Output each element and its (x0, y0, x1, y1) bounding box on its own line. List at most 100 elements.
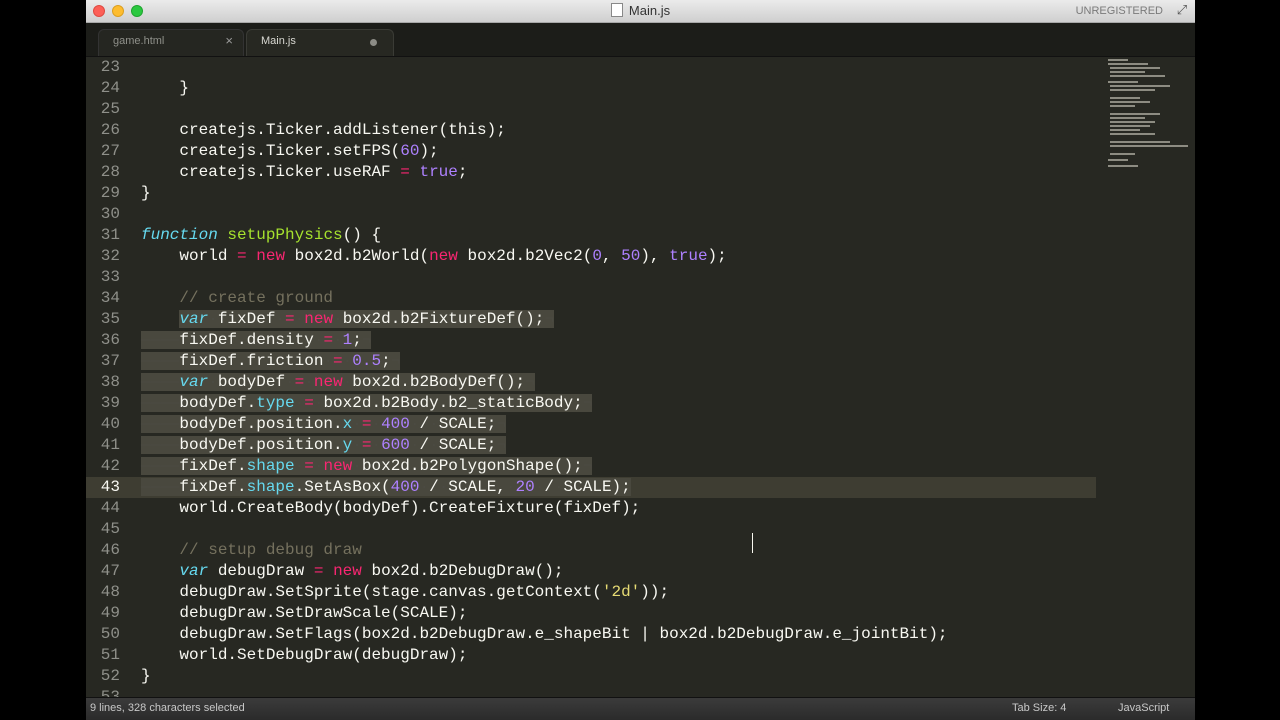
code-line-current[interactable]: 43 ————fixDef.shape.SetAsBox(400·/·SCALE… (86, 477, 1096, 498)
code-line[interactable]: 30 (86, 204, 1096, 225)
line-number: 49 (100, 604, 120, 622)
title-bar: Main.js UNREGISTERED ⤢ (86, 0, 1195, 23)
code-text: ————fixDef.friction·=·0.5;¬ (141, 352, 401, 370)
line-number: 24 (100, 79, 120, 97)
code-line[interactable]: 26 createjs.Ticker.addListener(this); (86, 120, 1096, 141)
line-number: 53 (100, 688, 120, 697)
code-line[interactable]: 31 function setupPhysics() { (86, 225, 1096, 246)
code-line[interactable]: 27 createjs.Ticker.setFPS(60); (86, 141, 1096, 162)
code-line[interactable]: 51 world.SetDebugDraw(debugDraw); (86, 645, 1096, 666)
code-text: function setupPhysics() { (141, 226, 382, 244)
code-text: var·fixDef·=·new·box2d.b2FixtureDef();¬ (179, 310, 554, 328)
code-text: debugDraw.SetSprite(stage.canvas.getCont… (141, 583, 670, 601)
line-number: 33 (100, 268, 120, 286)
line-number: 50 (100, 625, 120, 643)
code-line[interactable]: 52 } (86, 666, 1096, 687)
code-text: createjs.Ticker.setFPS(60); (141, 142, 439, 160)
code-text: createjs.Ticker.useRAF = true; (141, 163, 468, 181)
code-line-selected[interactable]: 42 ————fixDef.shape·=·new·box2d.b2Polygo… (86, 456, 1096, 477)
code-line[interactable]: 33 (86, 267, 1096, 288)
code-text: ————fixDef.density·=·1;¬ (141, 331, 372, 349)
code-line[interactable]: 48 debugDraw.SetSprite(stage.canvas.getC… (86, 582, 1096, 603)
code-line[interactable]: 53 (86, 687, 1096, 697)
code-line-selected[interactable]: 41 ————bodyDef.position.y·=·600·/·SCALE;… (86, 435, 1096, 456)
window-title-text: Main.js (628, 3, 671, 18)
line-number: 31 (100, 226, 120, 244)
code-line[interactable]: 25 (86, 99, 1096, 120)
code-text: } (141, 184, 151, 202)
code-text: ————bodyDef.position.x·=·400·/·SCALE;¬ (141, 415, 506, 433)
tab-game-html[interactable]: game.html × (98, 29, 244, 56)
tab-bar: game.html × Main.js (86, 23, 1195, 57)
code-text: ————var·bodyDef·=·new·box2d.b2BodyDef();… (141, 373, 535, 391)
line-number: 46 (100, 541, 120, 559)
line-number: 52 (100, 667, 120, 685)
code-line[interactable]: 44 world.CreateBody(bodyDef).CreateFixtu… (86, 498, 1096, 519)
code-line-selected[interactable]: 37 ————fixDef.friction·=·0.5;¬ (86, 351, 1096, 372)
code-text: } (141, 79, 190, 97)
unsaved-dot-icon[interactable] (370, 39, 377, 46)
minimap[interactable] (1106, 57, 1191, 177)
code-line[interactable]: 28 createjs.Ticker.useRAF = true; (86, 162, 1096, 183)
unregistered-label: UNREGISTERED (1075, 5, 1163, 17)
code-line[interactable]: 32 world = new box2d.b2World(new box2d.b… (86, 246, 1096, 267)
code-line[interactable]: 34 // create ground (86, 288, 1096, 309)
code-editor[interactable]: 23 24 } 25 26 createjs.Ticker.addListene… (86, 57, 1195, 697)
line-number: 44 (100, 499, 120, 517)
line-number: 43 (100, 478, 120, 496)
line-number: 51 (100, 646, 120, 664)
tab-label: Main.js (261, 35, 296, 47)
code-line-selected[interactable]: 39 ————bodyDef.type·=·box2d.b2Body.b2_st… (86, 393, 1096, 414)
tab-size-selector[interactable]: Tab Size: 4 (1012, 698, 1066, 718)
code-text: var debugDraw = new box2d.b2DebugDraw(); (179, 562, 564, 580)
code-line[interactable]: 50 debugDraw.SetFlags(box2d.b2DebugDraw.… (86, 624, 1096, 645)
code-text: world.SetDebugDraw(debugDraw); (141, 646, 468, 664)
tab-label: game.html (113, 35, 165, 47)
line-number: 38 (100, 373, 120, 391)
line-number: 27 (100, 142, 120, 160)
line-number: 48 (100, 583, 120, 601)
code-line[interactable]: 49 debugDraw.SetDrawScale(SCALE); (86, 603, 1096, 624)
code-text: ————fixDef.shape·=·new·box2d.b2PolygonSh… (141, 457, 593, 475)
code-line[interactable]: 23 (86, 57, 1096, 78)
line-number: 45 (100, 520, 120, 538)
tab-main-js[interactable]: Main.js (246, 29, 394, 56)
status-bar: 9 lines, 328 characters selected Tab Siz… (86, 697, 1195, 720)
code-line-selected[interactable]: 38 ————var·bodyDef·=·new·box2d.b2BodyDef… (86, 372, 1096, 393)
code-line-selected[interactable]: 35 var·fixDef·=·new·box2d.b2FixtureDef()… (86, 309, 1096, 330)
text-caret (752, 533, 753, 553)
code-line[interactable]: 45 (86, 519, 1096, 540)
line-number: 47 (100, 562, 120, 580)
code-text: } (141, 667, 151, 685)
code-line-selected[interactable]: 36 ————fixDef.density·=·1;¬ (86, 330, 1096, 351)
code-text: debugDraw.SetFlags(box2d.b2DebugDraw.e_s… (141, 625, 948, 643)
tab-close-icon[interactable]: × (225, 30, 233, 52)
line-number: 23 (100, 58, 120, 76)
code-text: ————fixDef.shape.SetAsBox(400·/·SCALE,·2… (141, 478, 631, 496)
fullscreen-icon[interactable]: ⤢ (1175, 3, 1189, 17)
code-line[interactable]: 47 var debugDraw = new box2d.b2DebugDraw… (86, 561, 1096, 582)
file-icon (610, 3, 623, 17)
line-number: 25 (100, 100, 120, 118)
code-text: createjs.Ticker.addListener(this); (141, 121, 506, 139)
line-number: 37 (100, 352, 120, 370)
code-line[interactable]: 29 } (86, 183, 1096, 204)
line-number: 30 (100, 205, 120, 223)
window-title: Main.js (86, 3, 1195, 18)
code-text: // setup debug draw (179, 541, 362, 559)
code-line[interactable]: 24 } (86, 78, 1096, 99)
selection-status: 9 lines, 328 characters selected (90, 702, 245, 714)
line-number: 40 (100, 415, 120, 433)
code-text: world.CreateBody(bodyDef).CreateFixture(… (141, 499, 641, 517)
code-line-selected[interactable]: 40 ————bodyDef.position.x·=·400·/·SCALE;… (86, 414, 1096, 435)
editor-window: Main.js UNREGISTERED ⤢ game.html × Main.… (86, 0, 1195, 720)
syntax-selector[interactable]: JavaScript (1118, 698, 1169, 718)
line-number: 26 (100, 121, 120, 139)
code-text: ————bodyDef.position.y·=·600·/·SCALE;¬ (141, 436, 506, 454)
line-number: 34 (100, 289, 120, 307)
code-line[interactable]: 46 // setup debug draw (86, 540, 1096, 561)
code-text: world = new box2d.b2World(new box2d.b2Ve… (141, 247, 727, 265)
code-text: ————bodyDef.type·=·box2d.b2Body.b2_stati… (141, 394, 593, 412)
code-text: // create ground (179, 289, 334, 307)
line-number: 29 (100, 184, 120, 202)
